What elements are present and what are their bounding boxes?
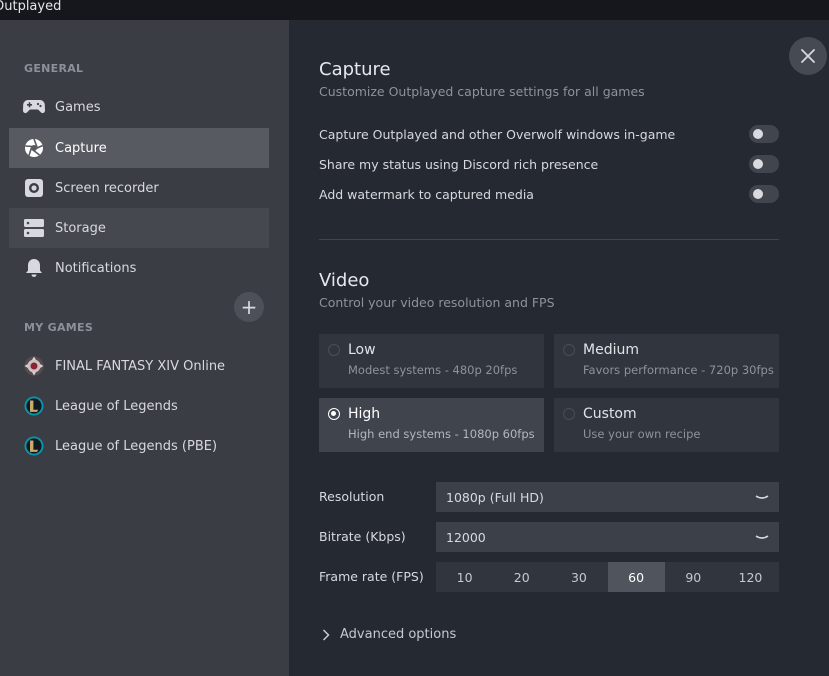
gamepad-icon bbox=[23, 96, 45, 118]
game-item-label: FINAL FANTASY XIV Online bbox=[55, 358, 226, 374]
fps-option-20[interactable]: 20 bbox=[493, 562, 550, 592]
preset-medium[interactable]: Medium Favors performance - 720p 30fps bbox=[554, 334, 779, 388]
preset-high[interactable]: High High end systems - 1080p 60fps bbox=[319, 398, 544, 452]
ffxiv-icon bbox=[24, 356, 44, 376]
bitrate-label: Bitrate (Kbps) bbox=[319, 529, 406, 544]
plus-icon: + bbox=[240, 295, 258, 319]
section-label-my-games: MY GAMES bbox=[24, 321, 94, 334]
preset-description: High end systems - 1080p 60fps bbox=[348, 427, 535, 441]
add-game-button[interactable]: + bbox=[234, 292, 264, 322]
resolution-value: 1080p (Full HD) bbox=[446, 489, 544, 505]
bitrate-value: 12000 bbox=[446, 529, 486, 545]
toggle-row-watermark: Add watermark to captured media bbox=[319, 182, 779, 206]
preset-name: Low bbox=[348, 342, 376, 358]
record-icon bbox=[23, 177, 45, 199]
overwolf-capture-toggle[interactable] bbox=[749, 125, 779, 143]
sidebar-item-label: Games bbox=[55, 99, 101, 115]
sidebar-item-games[interactable]: Games bbox=[9, 87, 269, 127]
preset-name: Medium bbox=[583, 342, 639, 358]
section-label-general: GENERAL bbox=[24, 62, 84, 75]
sidebar-item-label: Storage bbox=[55, 220, 106, 236]
preset-name: Custom bbox=[583, 406, 637, 422]
toggle-label: Capture Outplayed and other Overwolf win… bbox=[319, 126, 676, 142]
game-item-league-of-legends-pbe[interactable]: League of Legends (PBE) bbox=[24, 434, 217, 458]
capture-subtitle: Customize Outplayed capture settings for… bbox=[319, 84, 645, 99]
chevron-right-icon bbox=[322, 628, 330, 641]
window-title: Outplayed bbox=[0, 0, 62, 14]
preset-description: Modest systems - 480p 20fps bbox=[348, 363, 518, 377]
close-button[interactable] bbox=[789, 37, 827, 75]
sidebar-item-label: Capture bbox=[55, 140, 107, 156]
capture-title: Capture bbox=[319, 59, 391, 80]
radio-button bbox=[563, 408, 575, 420]
lol-icon bbox=[24, 396, 44, 416]
game-item-ffxiv[interactable]: FINAL FANTASY XIV Online bbox=[24, 354, 225, 378]
fps-option-30[interactable]: 30 bbox=[550, 562, 607, 592]
discord-presence-toggle[interactable] bbox=[749, 155, 779, 173]
game-item-label: League of Legends (PBE) bbox=[55, 438, 218, 454]
bell-icon bbox=[23, 257, 45, 279]
fps-option-60[interactable]: 60 bbox=[607, 562, 665, 592]
video-subtitle: Control your video resolution and FPS bbox=[319, 295, 555, 310]
fps-option-10[interactable]: 10 bbox=[436, 562, 493, 592]
sidebar-item-capture[interactable]: Capture bbox=[9, 128, 269, 168]
framerate-segmented-control: 10 20 30 60 90 120 bbox=[436, 562, 779, 592]
fps-option-120[interactable]: 120 bbox=[722, 562, 779, 592]
bitrate-select[interactable]: 12000 bbox=[436, 522, 779, 552]
sidebar-item-label: Screen recorder bbox=[55, 180, 159, 196]
preset-description: Use your own recipe bbox=[583, 427, 701, 441]
preset-custom[interactable]: Custom Use your own recipe bbox=[554, 398, 779, 452]
chevron-down-icon bbox=[755, 495, 769, 499]
sidebar-item-storage[interactable]: Storage bbox=[9, 208, 269, 248]
preset-low[interactable]: Low Modest systems - 480p 20fps bbox=[319, 334, 544, 388]
sidebar-item-notifications[interactable]: Notifications bbox=[9, 248, 269, 288]
watermark-toggle[interactable] bbox=[749, 185, 779, 203]
storage-icon bbox=[23, 217, 45, 239]
preset-description: Favors performance - 720p 30fps bbox=[583, 363, 774, 377]
title-bar: Outplayed bbox=[0, 0, 829, 20]
toggle-label: Share my status using Discord rich prese… bbox=[319, 156, 599, 172]
video-title: Video bbox=[319, 270, 370, 291]
advanced-options-toggle[interactable]: Advanced options bbox=[322, 627, 456, 642]
framerate-label: Frame rate (FPS) bbox=[319, 569, 424, 584]
preset-name: High bbox=[348, 406, 381, 422]
game-item-label: League of Legends bbox=[55, 398, 178, 414]
sidebar-item-label: Notifications bbox=[55, 260, 137, 276]
advanced-options-label: Advanced options bbox=[340, 627, 457, 642]
section-divider bbox=[319, 239, 779, 240]
chevron-down-icon bbox=[755, 535, 769, 539]
resolution-select[interactable]: 1080p (Full HD) bbox=[436, 482, 779, 512]
toggle-row-discord-presence: Share my status using Discord rich prese… bbox=[319, 152, 779, 176]
lol-pbe-icon bbox=[24, 436, 44, 456]
sidebar-item-screen-recorder[interactable]: Screen recorder bbox=[9, 168, 269, 208]
resolution-label: Resolution bbox=[319, 489, 385, 504]
toggle-row-overwolf-capture: Capture Outplayed and other Overwolf win… bbox=[319, 122, 779, 146]
close-icon bbox=[801, 49, 815, 63]
radio-button bbox=[328, 408, 340, 420]
game-item-league-of-legends[interactable]: League of Legends bbox=[24, 394, 178, 418]
radio-button bbox=[563, 344, 575, 356]
fps-option-90[interactable]: 90 bbox=[665, 562, 722, 592]
radio-button bbox=[328, 344, 340, 356]
toggle-label: Add watermark to captured media bbox=[319, 186, 534, 202]
aperture-icon bbox=[23, 137, 45, 159]
